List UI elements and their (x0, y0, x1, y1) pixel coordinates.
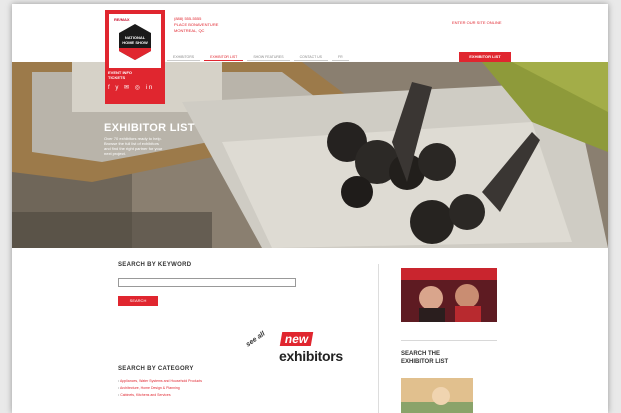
hexagon-logo-icon: NATIONAL HOME SHOW (119, 24, 151, 60)
new-exhibitors-badge[interactable]: see all new exhibitors (245, 326, 355, 372)
column-divider (378, 264, 379, 413)
nav-item-exhibitor-list[interactable]: EXHIBITOR LIST (204, 53, 244, 61)
site-header: (888) 555-5555 PLACE BONAVENTURE MONTREA… (12, 4, 608, 62)
exhibitors-label: exhibitors (279, 348, 343, 364)
contact-city: MONTREAL, QC (174, 28, 205, 33)
sidebar-image[interactable] (401, 378, 473, 413)
keyword-heading: SEARCH BY KEYWORD (118, 262, 192, 268)
category-item[interactable]: Appliances, Water Systems and Household … (118, 378, 202, 385)
contact-info: (888) 555-5555 PLACE BONAVENTURE MONTREA… (174, 16, 218, 34)
browser-page: (888) 555-5555 PLACE BONAVENTURE MONTREA… (12, 4, 608, 413)
sidebar-rule (401, 340, 497, 341)
nav-item-contact[interactable]: CONTACT US (293, 53, 329, 61)
category-list: Appliances, Water Systems and Household … (118, 378, 202, 399)
cta-button[interactable]: EXHIBITOR LIST (459, 52, 511, 62)
hero-banner: EXHIBITOR LIST Over 70 exhibitors ready … (12, 62, 608, 248)
logo-links: EVENT INFO TICKETS (108, 70, 132, 80)
category-item[interactable]: Architecture, Home Design & Planning (118, 385, 202, 392)
hero-photo (12, 62, 608, 248)
sidebar-heading: SEARCH THE EXHIBITOR LIST (401, 351, 449, 365)
category-item[interactable]: Cabinets, Kitchens and Services (118, 392, 202, 399)
remax-logo: RE/MAX (114, 17, 130, 22)
new-label: new (279, 332, 314, 346)
main-nav: EXHIBITORS EXHIBITOR LIST SHOW FEATURES … (167, 53, 349, 61)
category-heading: SEARCH BY CATEGORY (118, 366, 194, 372)
main-content: SEARCH BY KEYWORD SEARCH see all new exh… (12, 248, 608, 413)
tickets-link[interactable]: TICKETS (108, 75, 132, 80)
hero-description: Over 70 exhibitors ready to help. Browse… (104, 136, 163, 156)
site-logo[interactable]: RE/MAX NATIONAL HOME SHOW EVENT INFO TIC… (105, 10, 165, 104)
nav-item-language[interactable]: FR (332, 53, 349, 61)
keyword-search-input[interactable] (118, 278, 296, 287)
social-icons[interactable]: f y ✉ ◎ in (108, 84, 154, 91)
nav-item-show-features[interactable]: SHOW FEATURES (247, 53, 290, 61)
hero-title: EXHIBITOR LIST (104, 122, 195, 134)
logo-badge: RE/MAX NATIONAL HOME SHOW (109, 14, 161, 68)
sidebar-video-thumbnail[interactable] (401, 268, 497, 322)
nav-item-exhibitors[interactable]: EXHIBITORS (167, 53, 201, 61)
see-all-label: see all (244, 330, 267, 349)
top-link[interactable]: ENTER OUR SITE ONLINE (452, 20, 502, 25)
search-button[interactable]: SEARCH (118, 296, 158, 306)
logo-name: NATIONAL HOME SHOW (122, 35, 148, 45)
